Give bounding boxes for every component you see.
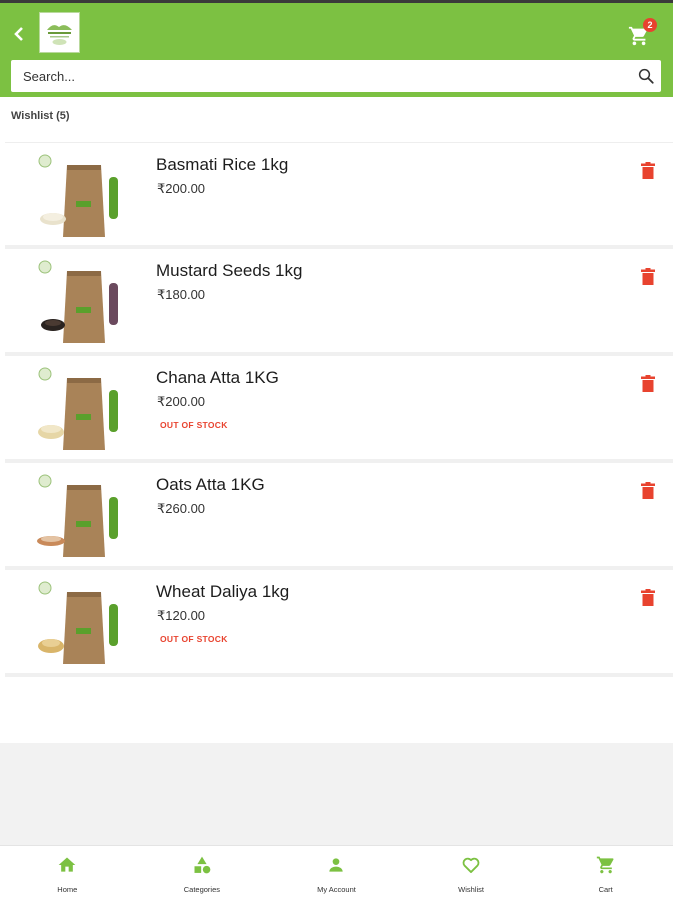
trash-icon[interactable]: [641, 268, 655, 285]
app-header: 2: [0, 3, 673, 97]
product-image[interactable]: [31, 153, 121, 239]
nav-cart[interactable]: Cart: [538, 846, 673, 900]
wishlist-heading: Wishlist (5): [11, 110, 70, 122]
wishlist-item[interactable]: Chana Atta 1KG ₹200.00 OUT OF STOCK: [5, 356, 673, 463]
bottom-navigation: Home Categories My Account Wishlist Cart: [0, 845, 673, 900]
cart-icon: [596, 856, 614, 874]
search-icon[interactable]: [637, 67, 655, 85]
logo-image: [42, 15, 77, 50]
product-price: ₹260.00: [157, 501, 206, 516]
nav-label: Categories: [183, 885, 221, 894]
wishlist-item[interactable]: Wheat Daliya 1kg ₹120.00 OUT OF STOCK: [5, 570, 673, 677]
product-image[interactable]: [31, 366, 121, 452]
back-button[interactable]: [8, 19, 30, 49]
product-name[interactable]: Oats Atta 1KG: [156, 475, 265, 495]
nav-label: My Account: [317, 885, 356, 894]
wishlist-item[interactable]: Oats Atta 1KG ₹260.00: [5, 463, 673, 570]
product-image[interactable]: [31, 473, 121, 559]
search-bar: [11, 60, 661, 92]
heart-icon: [462, 857, 480, 873]
trash-icon[interactable]: [641, 482, 655, 499]
search-input[interactable]: [11, 60, 611, 92]
home-icon: [58, 857, 76, 872]
nav-home[interactable]: Home: [0, 846, 135, 900]
trash-icon[interactable]: [641, 589, 655, 606]
chevron-left-icon: [14, 27, 23, 41]
nav-categories[interactable]: Categories: [135, 846, 270, 900]
user-icon: [329, 858, 344, 872]
product-name[interactable]: Wheat Daliya 1kg: [156, 582, 289, 602]
categories-icon: [194, 856, 211, 874]
product-name[interactable]: Mustard Seeds 1kg: [156, 261, 302, 281]
product-price: ₹200.00: [157, 394, 206, 409]
product-image[interactable]: [31, 580, 121, 666]
wishlist-list: Basmati Rice 1kg ₹200.00 Mustard Seeds 1…: [5, 142, 673, 677]
product-name[interactable]: Basmati Rice 1kg: [156, 155, 288, 175]
brand-logo[interactable]: [39, 12, 80, 53]
nav-my-account[interactable]: My Account: [269, 846, 404, 900]
stock-status: OUT OF STOCK: [160, 420, 228, 430]
nav-label: Wishlist: [458, 885, 484, 894]
nav-wishlist[interactable]: Wishlist: [404, 846, 539, 900]
cart-count-badge: 2: [643, 18, 657, 32]
nav-label: Home: [57, 885, 78, 894]
wishlist-item[interactable]: Mustard Seeds 1kg ₹180.00: [5, 249, 673, 356]
nav-label: Cart: [598, 885, 613, 894]
product-price: ₹200.00: [157, 181, 206, 196]
wishlist-item[interactable]: Basmati Rice 1kg ₹200.00: [5, 142, 673, 249]
stock-status: OUT OF STOCK: [160, 634, 228, 644]
product-price: ₹120.00: [157, 608, 206, 623]
trash-icon[interactable]: [641, 375, 655, 392]
product-image[interactable]: [31, 259, 121, 345]
product-price: ₹180.00: [157, 287, 206, 302]
product-name[interactable]: Chana Atta 1KG: [156, 368, 279, 388]
trash-icon[interactable]: [641, 162, 655, 179]
header-cart-button[interactable]: 2: [628, 18, 660, 49]
empty-area: [0, 743, 673, 845]
